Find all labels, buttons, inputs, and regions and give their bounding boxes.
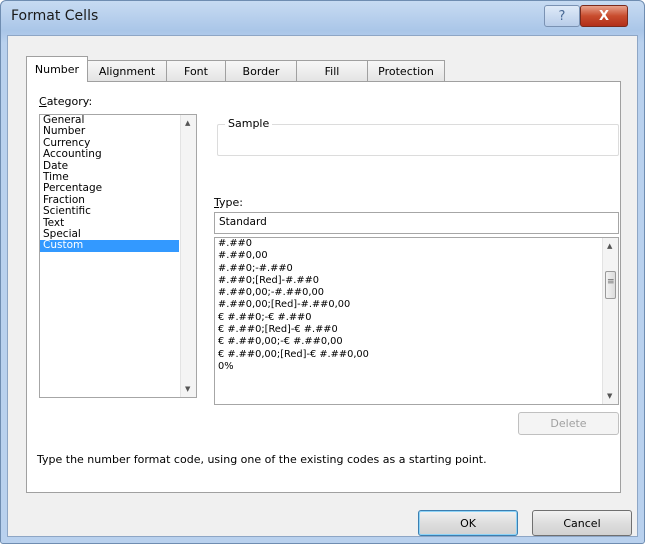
- type-label: Type:: [214, 196, 243, 209]
- dialog-title: Format Cells: [11, 8, 99, 24]
- tab-alignment[interactable]: Alignment: [87, 60, 167, 82]
- tab-font[interactable]: Font: [166, 60, 226, 82]
- sample-box: [217, 124, 619, 156]
- format-code-item[interactable]: € #.##0,00;[Red]-€ #.##0,00: [215, 349, 618, 361]
- type-input[interactable]: Standard: [214, 212, 619, 234]
- format-code-item[interactable]: € #.##0,00;-€ #.##0,00: [215, 336, 618, 348]
- title-bar[interactable]: Format Cells ? X: [1, 1, 644, 35]
- close-icon: X: [598, 8, 610, 24]
- dialog-body: Number Alignment Font Border Fill Protec…: [7, 35, 638, 537]
- scroll-thumb[interactable]: [605, 271, 616, 299]
- tab-protection[interactable]: Protection: [367, 60, 445, 82]
- format-code-item[interactable]: € #.##0;-€ #.##0: [215, 312, 618, 324]
- format-code-list[interactable]: #.##0 #.##0,00 #.##0;-#.##0 #.##0;[Red]-…: [214, 237, 619, 405]
- sample-label: Sample: [225, 117, 273, 130]
- category-item-custom[interactable]: Custom: [40, 239, 179, 252]
- help-icon: ?: [558, 8, 566, 24]
- scroll-up-icon[interactable]: ▲: [185, 119, 190, 127]
- delete-button[interactable]: Delete: [518, 412, 619, 435]
- format-code-item[interactable]: € #.##0;[Red]-€ #.##0: [215, 324, 618, 336]
- tab-strip: Number Alignment Font Border Fill Protec…: [26, 56, 445, 82]
- category-label: Category:: [39, 95, 93, 108]
- format-code-item[interactable]: #.##0;[Red]-#.##0: [215, 275, 618, 287]
- cancel-button[interactable]: Cancel: [532, 510, 632, 536]
- format-code-item[interactable]: #.##0,00;[Red]-#.##0,00: [215, 299, 618, 311]
- ok-button[interactable]: OK: [418, 510, 518, 536]
- scroll-up-icon[interactable]: ▲: [607, 242, 612, 250]
- tab-number[interactable]: Number: [26, 56, 88, 82]
- tab-fill[interactable]: Fill: [296, 60, 368, 82]
- format-code-item[interactable]: 0%: [215, 361, 618, 373]
- format-cells-dialog: Format Cells ? X Number Alignment Font B…: [0, 0, 645, 544]
- scroll-down-icon[interactable]: ▼: [607, 392, 612, 400]
- category-item-scientific[interactable]: Scientific: [40, 205, 196, 217]
- format-code-item[interactable]: #.##0,00;-#.##0,00: [215, 287, 618, 299]
- scroll-down-icon[interactable]: ▼: [185, 385, 190, 393]
- format-code-item[interactable]: #.##0;-#.##0: [215, 263, 618, 275]
- category-scrollbar[interactable]: ▲ ▼: [180, 115, 196, 397]
- number-tab-panel: Category: General Number Currency Accoun…: [26, 81, 621, 493]
- close-button[interactable]: X: [580, 5, 628, 27]
- category-item-accounting[interactable]: Accounting: [40, 148, 196, 160]
- format-code-item[interactable]: #.##0: [215, 238, 618, 250]
- format-list-scrollbar[interactable]: ▲ ▼: [602, 238, 618, 404]
- tab-border[interactable]: Border: [225, 60, 297, 82]
- help-button[interactable]: ?: [544, 5, 580, 27]
- format-code-item[interactable]: #.##0,00: [215, 250, 618, 262]
- hint-text: Type the number format code, using one o…: [37, 453, 487, 466]
- category-list[interactable]: General Number Currency Accounting Date …: [39, 114, 197, 398]
